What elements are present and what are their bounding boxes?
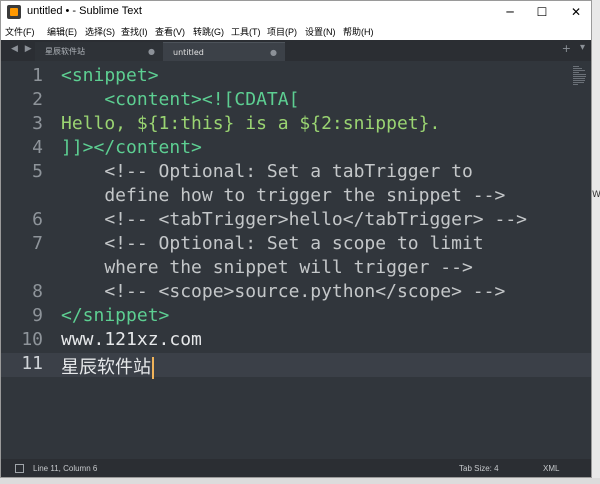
line-number: 7 (32, 233, 43, 254)
title-bar: untitled • - Sublime Text ─ ☐ ✕ (1, 1, 591, 23)
code-line: www.121xz.com (61, 329, 202, 350)
new-tab-plus-icon[interactable]: + (562, 42, 571, 55)
tab-bar: ◀ ▶ 星辰软件站 ● untitled ● + ▾ (1, 40, 591, 61)
menu-view[interactable]: 查看(V) (155, 25, 185, 38)
code-line: Hello, ${1:this} is a ${2:snippet}. (61, 113, 441, 134)
line-number-current: 11 (21, 353, 43, 374)
text-cursor (152, 357, 154, 379)
menu-help[interactable]: 帮助(H) (343, 25, 374, 38)
code-line-text: 星辰软件站 (61, 357, 151, 378)
line-number-gutter: 1 2 3 4 5 6 7 8 9 10 11 (1, 61, 49, 459)
line-number: 9 (32, 305, 43, 326)
tab-list-chevron-icon[interactable]: ▾ (580, 42, 585, 53)
status-bar: Line 11, Column 6 Tab Size: 4 XML (1, 459, 591, 477)
tab-nav-arrows-icon[interactable]: ◀ ▶ (11, 44, 34, 54)
code-line-current: 星辰软件站 (61, 353, 154, 379)
cursor-position: Line 11, Column 6 (33, 464, 98, 473)
menu-goto[interactable]: 转跳(G) (193, 25, 224, 38)
background-window-edge (592, 0, 600, 484)
close-button[interactable]: ✕ (561, 1, 591, 23)
line-number: 5 (32, 161, 43, 182)
code-line: ]]></content> (61, 137, 202, 158)
tab-label: untitled (173, 48, 204, 57)
code-line: <content><![CDATA[ (61, 89, 300, 110)
code-comment: <!-- Optional: Set a scope to limit (61, 233, 484, 254)
code-editor[interactable]: 1 2 3 4 5 6 7 8 9 10 11 <snippet> <conte… (1, 61, 591, 459)
minimap[interactable] (573, 65, 587, 87)
line-number: 6 (32, 209, 43, 230)
menu-select[interactable]: 选择(S) (85, 25, 115, 38)
sublime-app-icon (7, 5, 21, 19)
line-number: 2 (32, 89, 43, 110)
menu-file[interactable]: 文件(F) (5, 25, 35, 38)
tab-label: 星辰软件站 (45, 47, 85, 56)
code-comment: where the snippet will trigger --> (61, 257, 473, 278)
code-comment: <!-- <tabTrigger>hello</tabTrigger> --> (61, 209, 527, 230)
code-line: </snippet> (61, 305, 170, 326)
menu-edit[interactable]: 编辑(E) (47, 25, 77, 38)
tab-dirty-dot-icon[interactable]: ● (148, 42, 155, 61)
code-line: <snippet> (61, 65, 159, 86)
line-number: 3 (32, 113, 43, 134)
line-number: 8 (32, 281, 43, 302)
tab-xingchen[interactable]: 星辰软件站 ● (35, 42, 163, 61)
window-title: untitled • - Sublime Text (27, 5, 142, 17)
tab-untitled[interactable]: untitled ● (163, 42, 285, 61)
minimize-button[interactable]: ─ (495, 1, 525, 23)
panel-toggle-icon[interactable] (15, 464, 24, 473)
menu-project[interactable]: 项目(P) (267, 25, 297, 38)
background-window-text: W (592, 190, 600, 200)
maximize-button[interactable]: ☐ (527, 1, 557, 23)
background-desktop-strip (0, 478, 600, 484)
code-comment: define how to trigger the snippet --> (61, 185, 506, 206)
line-number: 1 (32, 65, 43, 86)
tab-dirty-dot-icon[interactable]: ● (270, 43, 277, 62)
menu-tools[interactable]: 工具(T) (231, 25, 261, 38)
menu-find[interactable]: 查找(I) (121, 25, 148, 38)
syntax-indicator[interactable]: XML (543, 464, 559, 473)
line-number: 10 (21, 329, 43, 350)
menu-preferences[interactable]: 设置(N) (305, 25, 336, 38)
line-number: 4 (32, 137, 43, 158)
code-comment: <!-- Optional: Set a tabTrigger to (61, 161, 473, 182)
sublime-window: untitled • - Sublime Text ─ ☐ ✕ 文件(F) 编辑… (0, 0, 592, 478)
menu-bar: 文件(F) 编辑(E) 选择(S) 查找(I) 查看(V) 转跳(G) 工具(T… (1, 23, 591, 40)
tab-size-indicator[interactable]: Tab Size: 4 (459, 464, 499, 473)
code-comment: <!-- <scope>source.python</scope> --> (61, 281, 506, 302)
